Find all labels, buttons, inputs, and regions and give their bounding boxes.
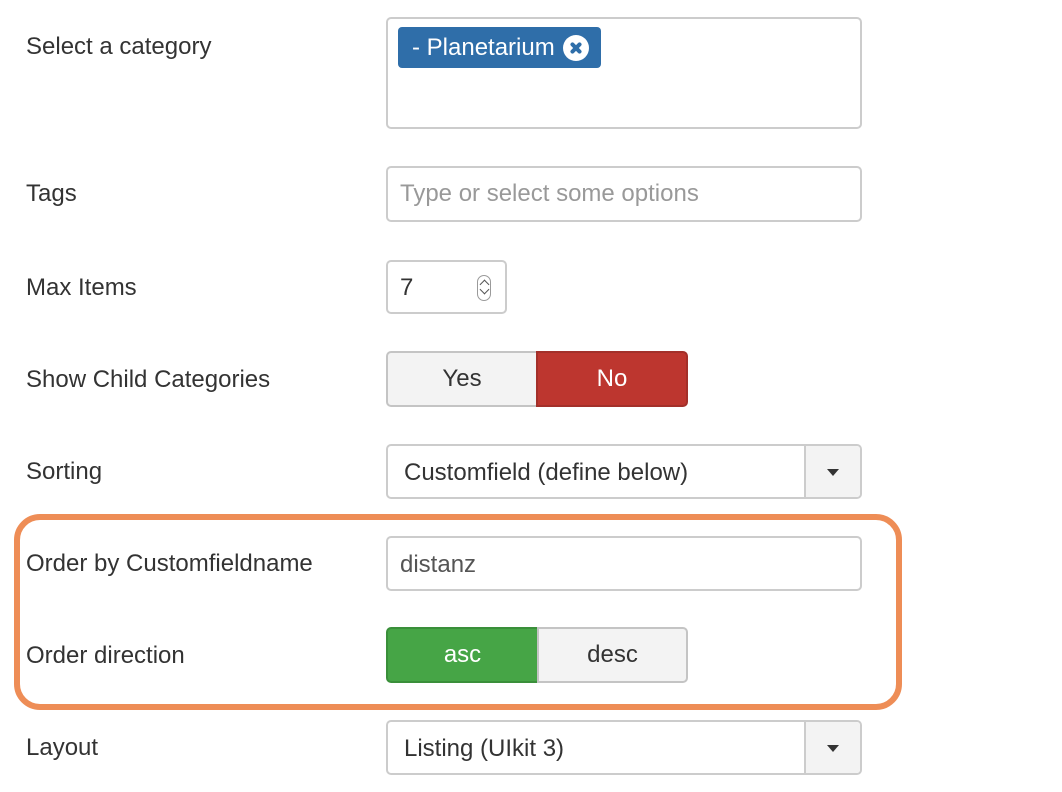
chevron-down-icon[interactable] xyxy=(804,722,860,773)
max-items-input[interactable]: 7 xyxy=(386,260,507,314)
category-chip: - Planetarium xyxy=(398,27,601,68)
show-child-categories-label: Show Child Categories xyxy=(26,366,271,393)
layout-value: Listing (UIkit 3) xyxy=(404,735,565,762)
category-chip-label: - Planetarium xyxy=(412,34,555,61)
order-direction-label: Order direction xyxy=(26,642,185,669)
category-multiselect[interactable]: - Planetarium xyxy=(386,17,862,129)
order-direction-toggle: asc desc xyxy=(386,627,688,683)
circle-x-icon[interactable] xyxy=(562,34,589,61)
max-items-label: Max Items xyxy=(26,274,137,301)
order-by-customfieldname-input[interactable]: distanz xyxy=(386,536,862,591)
order-by-customfieldname-value: distanz xyxy=(400,551,477,578)
show-child-no-button[interactable]: No xyxy=(536,351,688,407)
order-asc-button[interactable]: asc xyxy=(386,627,539,683)
layout-select[interactable]: Listing (UIkit 3) xyxy=(386,720,862,775)
layout-label: Layout xyxy=(26,734,99,761)
tags-label: Tags xyxy=(26,180,77,207)
chevron-down-icon[interactable] xyxy=(804,446,860,497)
order-desc-button[interactable]: desc xyxy=(537,627,688,683)
sorting-label: Sorting xyxy=(26,458,103,485)
sorting-value: Customfield (define below) xyxy=(404,459,689,486)
show-child-categories-toggle: Yes No xyxy=(386,351,688,407)
sorting-select[interactable]: Customfield (define below) xyxy=(386,444,862,499)
number-stepper-icon[interactable] xyxy=(477,275,491,301)
show-child-yes-button[interactable]: Yes xyxy=(386,351,538,407)
order-by-customfieldname-label: Order by Customfieldname xyxy=(26,550,313,577)
tags-input[interactable]: Type or select some options xyxy=(386,166,862,222)
max-items-value: 7 xyxy=(400,274,414,301)
category-label: Select a category xyxy=(26,33,212,60)
tags-placeholder: Type or select some options xyxy=(400,180,699,207)
module-settings-form: Select a category - Planetarium Tags Typ… xyxy=(0,0,1062,792)
